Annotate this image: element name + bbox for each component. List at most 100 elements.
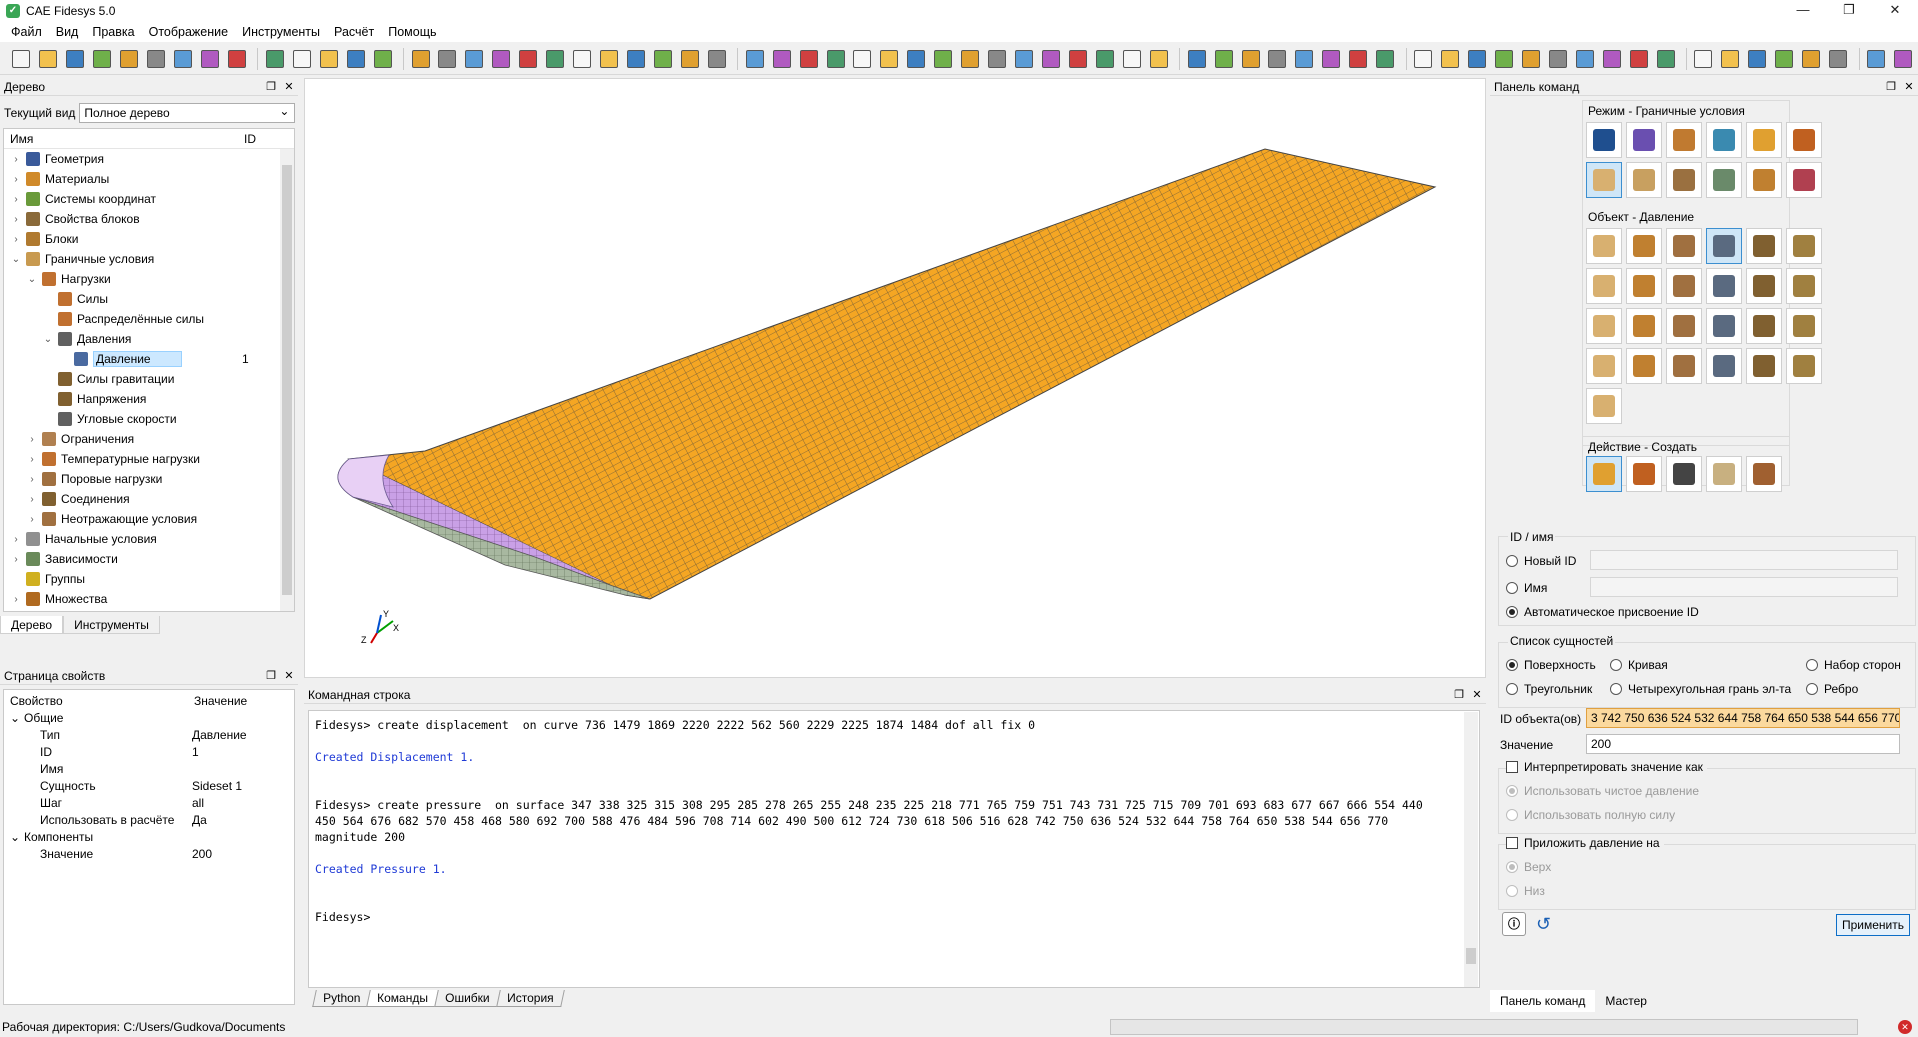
- tab-errors[interactable]: Ошибки: [434, 990, 501, 1007]
- command-tool-icon[interactable]: [1666, 348, 1702, 384]
- tree-item[interactable]: › Зависимости: [4, 549, 294, 569]
- 3d-viewport[interactable]: Y X Z: [304, 78, 1486, 678]
- tree-item[interactable]: › Геометрия: [4, 149, 294, 169]
- toolbar-tool-icon[interactable]: [571, 47, 594, 71]
- toolbar-tool-icon[interactable]: [851, 47, 874, 71]
- toolbar-tool-icon[interactable]: [797, 47, 820, 71]
- tab-history[interactable]: История: [495, 990, 565, 1007]
- tree-item[interactable]: › Температурные нагрузки: [4, 449, 294, 469]
- tree-view-select[interactable]: Полное дерево: [79, 102, 296, 123]
- command-tool-icon[interactable]: [1666, 122, 1702, 158]
- toolbar-tool-icon[interactable]: [986, 47, 1009, 71]
- command-tool-icon[interactable]: [1706, 162, 1742, 198]
- toolbar-tool-icon[interactable]: [1347, 47, 1370, 71]
- toolbar-tool-icon[interactable]: [1654, 47, 1677, 71]
- toolbar-tool-icon[interactable]: [1320, 47, 1343, 71]
- command-tool-icon[interactable]: [1746, 456, 1782, 492]
- toolbar-tool-icon[interactable]: [1891, 47, 1914, 71]
- new-id-input[interactable]: [1590, 550, 1898, 570]
- property-row[interactable]: Имя: [4, 760, 294, 777]
- command-tool-icon[interactable]: [1706, 228, 1742, 264]
- tree-expander-icon[interactable]: ›: [26, 514, 38, 525]
- restore-button[interactable]: ❐: [1826, 0, 1872, 22]
- command-tool-icon[interactable]: [1666, 162, 1702, 198]
- tree-item[interactable]: › Системы координат: [4, 189, 294, 209]
- tree-col-name[interactable]: Имя: [4, 132, 238, 146]
- close-icon[interactable]: ✕: [280, 80, 298, 93]
- tree-item[interactable]: Угловые скорости: [4, 409, 294, 429]
- property-row[interactable]: Использовать в расчёте Да: [4, 811, 294, 828]
- toolbar-tool-icon[interactable]: [263, 47, 286, 71]
- toolbar-tool-icon[interactable]: [436, 47, 459, 71]
- command-tool-icon[interactable]: [1746, 308, 1782, 344]
- toolbar-tool-icon[interactable]: [705, 47, 728, 71]
- toolbar-tool-icon[interactable]: [517, 47, 540, 71]
- command-tool-icon[interactable]: [1666, 456, 1702, 492]
- tree-item[interactable]: Давление 1: [4, 349, 294, 369]
- tree-scrollbar[interactable]: [280, 149, 294, 611]
- radio-net-pressure[interactable]: Использовать чистое давление: [1506, 784, 1699, 798]
- toolbar-tool-icon[interactable]: [1800, 47, 1823, 71]
- tree-expander-icon[interactable]: ›: [10, 534, 22, 545]
- toolbar-tool-icon[interactable]: [1293, 47, 1316, 71]
- tree-expander-icon[interactable]: ›: [26, 434, 38, 445]
- toolbar-tool-icon[interactable]: [824, 47, 847, 71]
- command-tool-icon[interactable]: [1746, 348, 1782, 384]
- toolbar-tool-icon[interactable]: [1746, 47, 1769, 71]
- error-indicator-icon[interactable]: ✕: [1898, 1020, 1912, 1034]
- toolbar-tool-icon[interactable]: [1492, 47, 1515, 71]
- command-tool-icon[interactable]: [1786, 308, 1822, 344]
- command-output[interactable]: Fidesys> create displacement on curve 73…: [308, 710, 1480, 988]
- tree-item[interactable]: › Неотражающие условия: [4, 509, 294, 529]
- float-icon[interactable]: ❐: [262, 80, 280, 93]
- expander-icon[interactable]: ⌄: [10, 711, 20, 725]
- float-icon[interactable]: ❐: [1450, 688, 1468, 701]
- command-tool-icon[interactable]: [1586, 308, 1622, 344]
- toolbar-tool-icon[interactable]: [1827, 47, 1850, 71]
- float-icon[interactable]: ❐: [1882, 80, 1900, 93]
- tree-expander-icon[interactable]: ›: [26, 454, 38, 465]
- command-tool-icon[interactable]: [1706, 122, 1742, 158]
- toolbar-tool-icon[interactable]: [64, 47, 87, 71]
- tree-item[interactable]: › Ограничения: [4, 429, 294, 449]
- radio-side-set[interactable]: Набор сторон: [1806, 658, 1901, 672]
- command-tool-icon[interactable]: [1586, 348, 1622, 384]
- tree-item[interactable]: Силы гравитации: [4, 369, 294, 389]
- property-row[interactable]: Тип Давление: [4, 726, 294, 743]
- tree-expander-icon[interactable]: ›: [10, 154, 22, 165]
- toolbar-tool-icon[interactable]: [317, 47, 340, 71]
- command-tool-icon[interactable]: [1786, 228, 1822, 264]
- command-tool-icon[interactable]: [1626, 228, 1662, 264]
- toolbar-tool-icon[interactable]: [1374, 47, 1397, 71]
- toolbar-tool-icon[interactable]: [226, 47, 249, 71]
- wing-mesh-model[interactable]: [305, 79, 1487, 679]
- toolbar-tool-icon[interactable]: [463, 47, 486, 71]
- property-row[interactable]: ID 1: [4, 743, 294, 760]
- tab-tools[interactable]: Инструменты: [63, 616, 160, 634]
- toolbar-tool-icon[interactable]: [290, 47, 313, 71]
- tree-col-id[interactable]: ID: [238, 132, 256, 146]
- menu-edit[interactable]: Правка: [85, 25, 141, 39]
- toolbar-tool-icon[interactable]: [1519, 47, 1542, 71]
- name-input[interactable]: [1590, 577, 1898, 597]
- command-tool-icon[interactable]: [1706, 348, 1742, 384]
- tree-item[interactable]: ›Настройки расчета: [4, 609, 294, 611]
- toolbar-tool-icon[interactable]: [1147, 47, 1170, 71]
- toolbar-tool-icon[interactable]: [172, 47, 195, 71]
- close-icon[interactable]: ✕: [1468, 688, 1486, 701]
- reset-icon[interactable]: ↺: [1536, 914, 1551, 935]
- tree-item[interactable]: Распределённые силы: [4, 309, 294, 329]
- tree-expander-icon[interactable]: ›: [10, 594, 22, 605]
- radio-triangle[interactable]: Треугольник: [1506, 682, 1592, 696]
- tree-item[interactable]: ⌄ Давления: [4, 329, 294, 349]
- toolbar-tool-icon[interactable]: [625, 47, 648, 71]
- tree-item[interactable]: Группы: [4, 569, 294, 589]
- command-tool-icon[interactable]: [1746, 162, 1782, 198]
- tree-expander-icon[interactable]: ⌄: [10, 254, 22, 265]
- command-tool-icon[interactable]: [1786, 162, 1822, 198]
- tree-expander-icon[interactable]: ›: [10, 214, 22, 225]
- tree-item[interactable]: › Начальные условия: [4, 529, 294, 549]
- tab-command-panel[interactable]: Панель команд: [1490, 990, 1596, 1012]
- toolbar-tool-icon[interactable]: [1865, 47, 1888, 71]
- tab-python[interactable]: Python: [312, 990, 372, 1007]
